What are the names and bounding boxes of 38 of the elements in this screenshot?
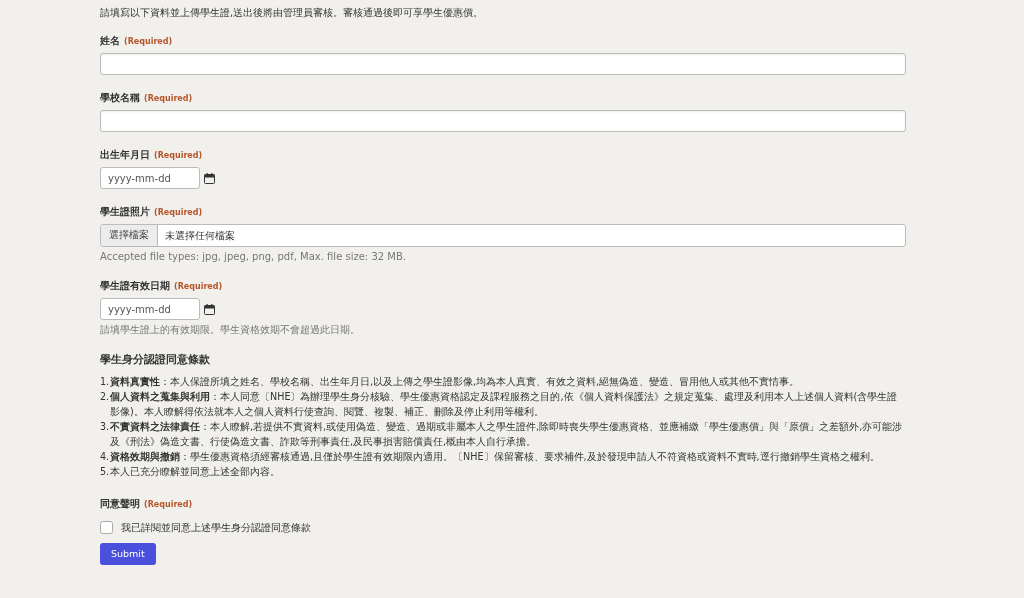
file-status: 未選擇任何檔案 [164,229,236,243]
date-field[interactable]: yyyy-mm-dd [100,298,200,320]
item-number: 5. [100,464,110,479]
item-number: 2. [100,389,110,404]
date-field[interactable]: yyyy-mm-dd [100,167,200,189]
hint-text: 請填學生證上的有效期限。學生資格效期不會超過此日期。 [100,324,361,336]
required-note: (Required) [124,36,173,48]
item-number: 4. [100,449,110,464]
calendar-icon[interactable] [204,303,215,315]
terms-item: 資料真實性：本人保證所填之姓名、學校名稱、出生年月日,以及上傳之學生證影像,均為本人真實、有效之資料,絕無偽造、變造、冒用他人或其他不實情事。 [110,374,800,389]
field-label: 學生證照片 [100,205,150,219]
text-field[interactable] [100,53,906,75]
file-field[interactable]: 選擇檔案 未選擇任何檔案 [100,224,906,247]
checkbox-label: 我已詳閱並同意上述學生身分認證同意條款 [121,520,311,535]
field-label: 學校名稱 [100,91,140,105]
terms-item: 不實資料之法律責任：本人瞭解,若提供不實資料,或使用偽造、變造、過期或非屬本人之學生證件,除即時喪失學生優惠資格、並應補繳「學生優惠價」與「原價」之差額外,亦可能涉及《刑法》偽造文書、行使偽造文書、詐欺等刑事責任,及民事損害賠償責任,概由本人自行承擔。 [110,419,904,449]
hint-text: Accepted file types: jpg, jpeg, png, pdf, Max. file size: 32 MB. [100,251,407,263]
field-label: 出生年月日 [100,148,150,162]
required-note: (Required) [154,207,203,219]
terms-item: 資格效期與撤銷：學生優惠資格須經審核通過,且僅於學生證有效期限內適用。〔NHE〕保留審核、要求補件,及於發現申請人不符資格或資料不實時,逕行撤銷學生資格之權利。 [110,449,880,464]
calendar-icon[interactable] [204,172,215,184]
item-number: 1. [100,374,110,389]
intro-text: 請填寫以下資料並上傳學生證,送出後將由管理員審核。審核通過後即可享學生優惠價。 [100,6,485,20]
item-number: 3. [100,419,110,434]
text-field[interactable] [100,110,906,132]
field-label: 姓名 [100,34,120,48]
terms-item: 個人資料之蒐集與利用：本人同意〔NHE〕為辦理學生身分核驗、學生優惠資格認定及課程服務之目的,依《個人資料保護法》之規定蒐集、處理及利用本人上述個人資料(含學生證影像)。本人瞭解得依法就本人之個人資料行使查詢、閱覽、複製、補正、刪除及停止利用等權利。 [110,389,899,419]
checkbox[interactable] [100,520,113,534]
required-note: (Required) [144,93,193,105]
terms-item: 本人已充分瞭解並同意上述全部內容。 [110,464,280,479]
field-label: 學生證有效日期 [100,279,170,293]
required-note: (Required) [144,498,193,511]
required-note: (Required) [174,281,223,293]
choose-file-button[interactable]: 選擇檔案 [101,225,158,246]
submit-button[interactable]: Submit [100,542,156,565]
field-label: 同意聲明 [100,496,140,511]
terms-heading: 學生身分認證同意條款 [100,352,211,367]
required-note: (Required) [154,150,203,162]
